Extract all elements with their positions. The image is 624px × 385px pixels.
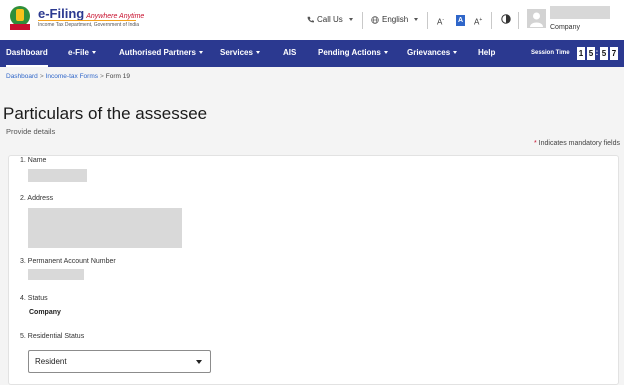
- nav-grievances[interactable]: Grievances: [407, 40, 458, 67]
- address-value-redacted: [28, 208, 182, 248]
- residential-status-label: 5. Residential Status: [20, 333, 85, 340]
- main-nav: Dashboard e-File Authorised Partners Ser…: [0, 40, 624, 67]
- nav-dashboard[interactable]: Dashboard: [6, 40, 48, 67]
- status-value: Company: [29, 309, 61, 316]
- avatar[interactable]: [527, 9, 546, 28]
- user-name-redacted: [550, 6, 610, 19]
- nav-pending-actions[interactable]: Pending Actions: [318, 40, 388, 67]
- page-subtitle: Provide details: [6, 127, 56, 136]
- brand-name: e-Filing Anywhere Anytime: [38, 6, 145, 21]
- pan-label: 3. Permanent Account Number: [20, 258, 116, 265]
- chevron-down-icon: [348, 18, 353, 21]
- chevron-down-icon: [91, 51, 96, 54]
- chevron-down-icon: [453, 51, 458, 54]
- contrast-icon[interactable]: [501, 14, 511, 24]
- font-increase-button[interactable]: A+: [474, 15, 482, 27]
- residential-status-value: Resident: [35, 357, 67, 366]
- nav-ais[interactable]: AIS: [283, 40, 296, 67]
- language-dropdown[interactable]: English: [371, 15, 419, 24]
- chevron-down-icon: [383, 51, 388, 54]
- chevron-down-icon: [414, 18, 419, 21]
- session-digit: 5: [600, 47, 608, 60]
- top-header: e-Filing Anywhere Anytime Income Tax Depa…: [0, 0, 624, 40]
- nav-efile[interactable]: e-File: [68, 40, 96, 67]
- emblem-icon: [10, 6, 30, 30]
- name-label: 1. Name: [20, 157, 47, 164]
- name-value-redacted: [28, 169, 87, 182]
- chevron-down-icon: [255, 51, 260, 54]
- brand-tagline: Anywhere Anytime: [86, 13, 145, 20]
- font-decrease-button[interactable]: A-: [437, 15, 444, 27]
- mandatory-note: * Indicates mandatory fields: [533, 140, 620, 147]
- nav-services[interactable]: Services: [220, 40, 260, 67]
- language-label: English: [382, 15, 409, 24]
- breadcrumb-dashboard[interactable]: Dashboard: [6, 73, 38, 80]
- nav-help[interactable]: Help: [478, 40, 495, 67]
- font-normal-button[interactable]: A: [456, 15, 465, 26]
- call-us-label: Call Us: [317, 15, 343, 24]
- user-role: Company: [550, 24, 580, 31]
- session-colon: :: [595, 48, 599, 57]
- required-star: *: [533, 140, 537, 147]
- logo-divider: [38, 20, 136, 21]
- address-label: 2. Address: [20, 195, 54, 202]
- divider: [518, 12, 519, 29]
- pan-value-redacted: [28, 269, 84, 280]
- nav-authorised-partners[interactable]: Authorised Partners: [119, 40, 203, 67]
- session-digit: 7: [610, 47, 618, 60]
- session-time-label: Session Time: [531, 50, 570, 56]
- breadcrumb-separator: >: [99, 73, 104, 80]
- session-digit: 5: [587, 47, 595, 60]
- status-label: 4. Status: [20, 295, 48, 302]
- breadcrumb-separator: >: [39, 73, 44, 80]
- divider: [427, 12, 428, 29]
- breadcrumb: Dashboard > Income-tax Forms > Form 19: [6, 73, 130, 80]
- session-digit: 1: [577, 47, 585, 60]
- breadcrumb-income-tax-forms[interactable]: Income-tax Forms: [46, 73, 98, 80]
- call-us-dropdown[interactable]: Call Us: [307, 15, 353, 24]
- page-title: Particulars of the assessee: [3, 104, 208, 123]
- department-name: Income Tax Department, Government of Ind…: [38, 22, 140, 28]
- breadcrumb-form-19: Form 19: [105, 73, 130, 80]
- chevron-down-icon: [198, 51, 203, 54]
- divider: [362, 12, 363, 29]
- divider: [491, 12, 492, 29]
- efiling-logo[interactable]: e-Filing Anywhere Anytime Income Tax Depa…: [6, 4, 144, 34]
- phone-icon: [307, 16, 314, 23]
- chevron-down-icon: [196, 360, 202, 364]
- globe-icon: [371, 15, 379, 24]
- residential-status-select[interactable]: Resident: [28, 350, 211, 373]
- user-icon: [530, 12, 543, 27]
